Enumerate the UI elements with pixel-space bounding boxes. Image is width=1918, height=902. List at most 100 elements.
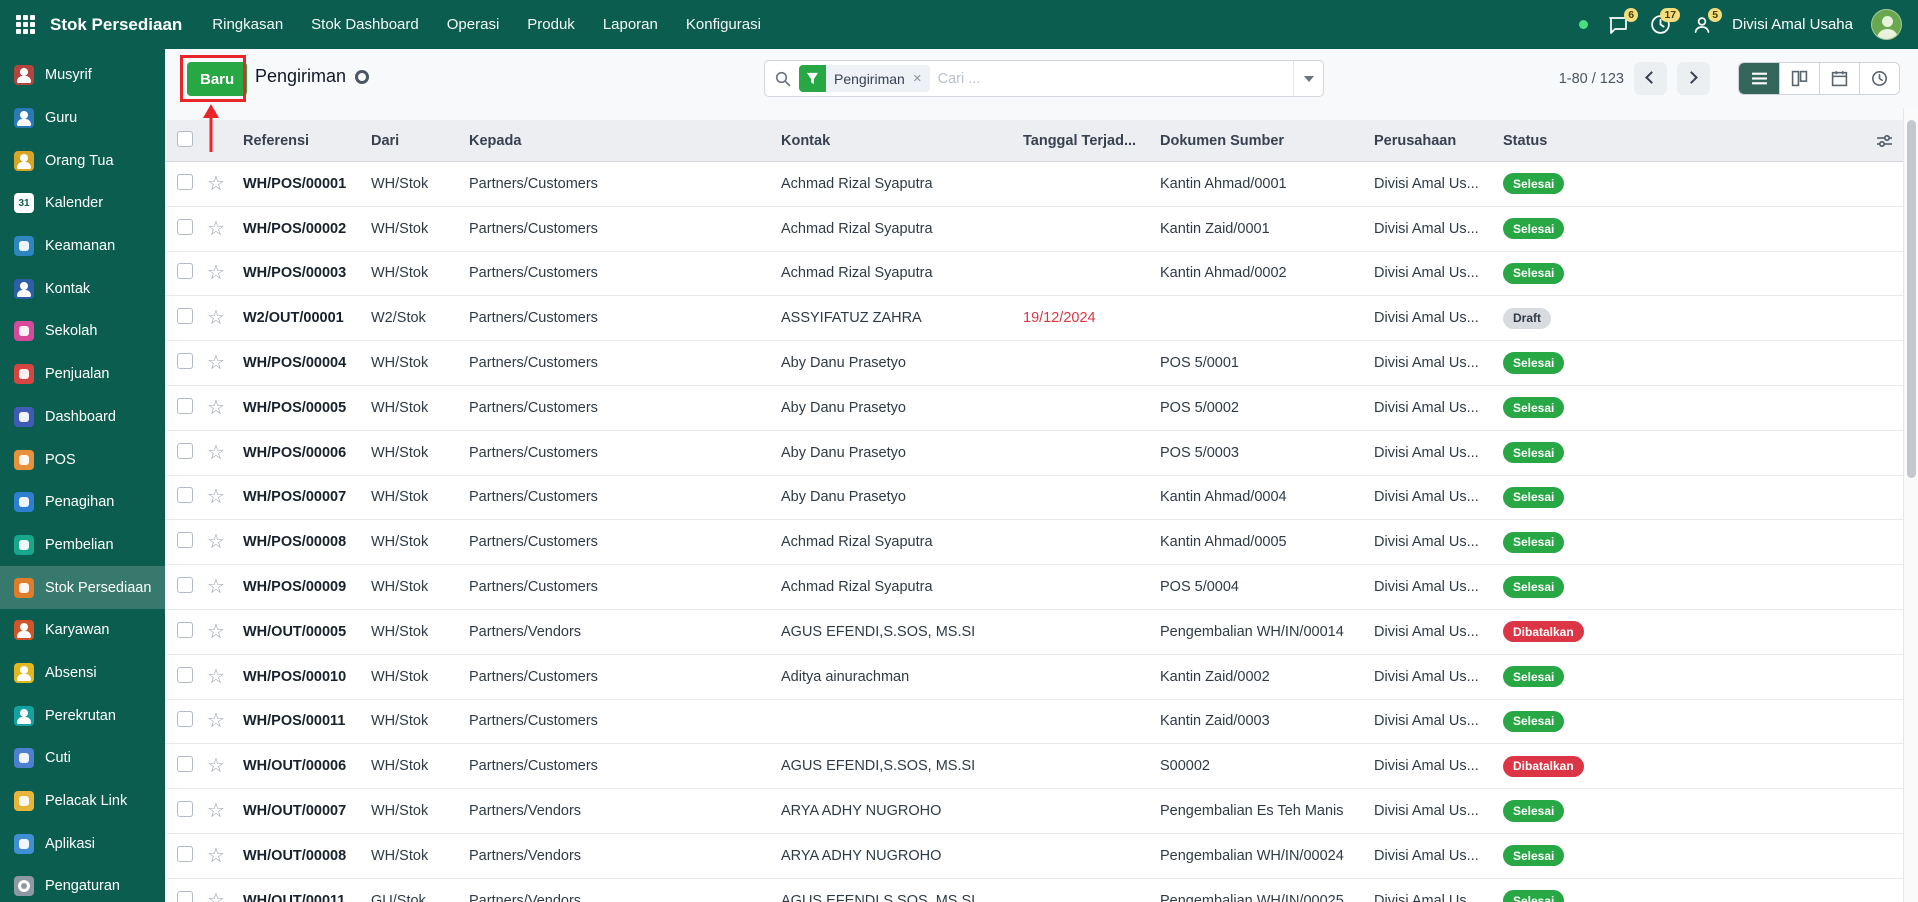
row-checkbox[interactable] xyxy=(177,263,193,279)
company-name[interactable]: Divisi Amal Usaha xyxy=(1732,16,1853,33)
table-row[interactable]: ☆ W2/OUT/00001 W2/Stok Partners/Customer… xyxy=(165,296,1903,341)
table-row[interactable]: ☆ WH/POS/00005 WH/Stok Partners/Customer… xyxy=(165,386,1903,431)
row-checkbox[interactable] xyxy=(177,398,193,414)
search-dropdown-toggle[interactable] xyxy=(1293,61,1323,96)
menu-laporan[interactable]: Laporan xyxy=(603,16,658,33)
search-bar[interactable]: Pengiriman × xyxy=(764,60,1324,97)
favorite-star-icon[interactable]: ☆ xyxy=(207,174,225,194)
activity-view-button[interactable] xyxy=(1859,63,1899,94)
menu-produk[interactable]: Produk xyxy=(527,16,575,33)
menu-ringkasan[interactable]: Ringkasan xyxy=(212,16,283,33)
column-kepada[interactable]: Kepada xyxy=(469,133,781,149)
list-view-button[interactable] xyxy=(1739,63,1779,94)
favorite-star-icon[interactable]: ☆ xyxy=(207,891,225,902)
favorite-star-icon[interactable]: ☆ xyxy=(207,667,225,687)
sidebar-item-karyawan[interactable]: Karyawan xyxy=(0,609,165,652)
apps-grid-icon[interactable] xyxy=(16,15,36,35)
sidebar-item-keamanan[interactable]: Keamanan xyxy=(0,225,165,268)
sidebar-item-kalender[interactable]: 31 Kalender xyxy=(0,182,165,225)
favorite-star-icon[interactable]: ☆ xyxy=(207,711,225,731)
sidebar-item-penagihan[interactable]: Penagihan xyxy=(0,481,165,524)
sidebar-item-absensi[interactable]: Absensi xyxy=(0,652,165,695)
sidebar-item-pelacak-link[interactable]: Pelacak Link xyxy=(0,780,165,823)
table-row[interactable]: ☆ WH/POS/00007 WH/Stok Partners/Customer… xyxy=(165,476,1903,521)
sidebar-item-guru[interactable]: Guru xyxy=(0,97,165,140)
table-row[interactable]: ☆ WH/POS/00003 WH/Stok Partners/Customer… xyxy=(165,252,1903,297)
pager-next-button[interactable] xyxy=(1677,62,1710,95)
column-perusahaan[interactable]: Perusahaan xyxy=(1374,133,1503,149)
sidebar-item-aplikasi[interactable]: Aplikasi xyxy=(0,822,165,865)
row-checkbox[interactable] xyxy=(177,577,193,593)
row-checkbox[interactable] xyxy=(177,801,193,817)
sidebar-item-musyrif[interactable]: Musyrif xyxy=(0,54,165,97)
column-status[interactable]: Status xyxy=(1503,133,1903,149)
row-checkbox[interactable] xyxy=(177,846,193,862)
table-row[interactable]: ☆ WH/POS/00011 WH/Stok Partners/Customer… xyxy=(165,700,1903,745)
facet-close-icon[interactable]: × xyxy=(913,70,930,87)
scrollbar-thumb[interactable] xyxy=(1907,120,1916,478)
app-title[interactable]: Stok Persediaan xyxy=(50,15,182,35)
column-referensi[interactable]: Referensi xyxy=(243,133,371,149)
menu-konfigurasi[interactable]: Konfigurasi xyxy=(686,16,761,33)
row-checkbox[interactable] xyxy=(177,219,193,235)
row-checkbox[interactable] xyxy=(177,308,193,324)
favorite-star-icon[interactable]: ☆ xyxy=(207,532,225,552)
messages-icon[interactable]: 6 xyxy=(1606,13,1630,37)
sidebar-item-penjualan[interactable]: Penjualan xyxy=(0,353,165,396)
table-row[interactable]: ☆ WH/POS/00009 WH/Stok Partners/Customer… xyxy=(165,565,1903,610)
favorite-star-icon[interactable]: ☆ xyxy=(207,398,225,418)
favorite-star-icon[interactable]: ☆ xyxy=(207,353,225,373)
column-tanggal[interactable]: Tanggal Terjad... xyxy=(1023,133,1160,149)
row-checkbox[interactable] xyxy=(177,174,193,190)
sidebar-item-pengaturan[interactable]: Pengaturan xyxy=(0,865,165,902)
table-row[interactable]: ☆ WH/POS/00006 WH/Stok Partners/Customer… xyxy=(165,431,1903,476)
table-row[interactable]: ☆ WH/POS/00010 WH/Stok Partners/Customer… xyxy=(165,655,1903,700)
column-dokumen-sumber[interactable]: Dokumen Sumber xyxy=(1160,133,1374,149)
favorite-star-icon[interactable]: ☆ xyxy=(207,801,225,821)
optional-columns-icon[interactable] xyxy=(1876,133,1893,154)
menu-stok-dashboard[interactable]: Stok Dashboard xyxy=(311,16,419,33)
row-checkbox[interactable] xyxy=(177,891,193,902)
favorite-star-icon[interactable]: ☆ xyxy=(207,308,225,328)
sidebar-item-sekolah[interactable]: Sekolah xyxy=(0,310,165,353)
sidebar-item-dashboard[interactable]: Dashboard xyxy=(0,396,165,439)
vertical-scrollbar[interactable] xyxy=(1903,108,1918,902)
sidebar-item-stok-persediaan[interactable]: Stok Persediaan xyxy=(0,566,165,609)
row-checkbox[interactable] xyxy=(177,353,193,369)
row-checkbox[interactable] xyxy=(177,487,193,503)
row-checkbox[interactable] xyxy=(177,711,193,727)
user-avatar[interactable] xyxy=(1871,9,1902,40)
favorite-star-icon[interactable]: ☆ xyxy=(207,756,225,776)
search-input[interactable] xyxy=(930,71,1293,87)
favorite-star-icon[interactable]: ☆ xyxy=(207,443,225,463)
menu-operasi[interactable]: Operasi xyxy=(447,16,500,33)
sidebar-item-pos[interactable]: POS xyxy=(0,438,165,481)
row-checkbox[interactable] xyxy=(177,443,193,459)
table-row[interactable]: ☆ WH/POS/00002 WH/Stok Partners/Customer… xyxy=(165,207,1903,252)
requests-user-icon[interactable]: 5 xyxy=(1690,13,1714,37)
sidebar-item-kontak[interactable]: Kontak xyxy=(0,267,165,310)
table-row[interactable]: ☆ WH/POS/00004 WH/Stok Partners/Customer… xyxy=(165,341,1903,386)
action-gear-icon[interactable] xyxy=(354,69,370,85)
favorite-star-icon[interactable]: ☆ xyxy=(207,219,225,239)
table-row[interactable]: ☆ WH/OUT/00008 WH/Stok Partners/Vendors … xyxy=(165,834,1903,879)
table-row[interactable]: ☆ WH/POS/00001 WH/Stok Partners/Customer… xyxy=(165,162,1903,207)
favorite-star-icon[interactable]: ☆ xyxy=(207,622,225,642)
new-button[interactable]: Baru xyxy=(187,62,247,96)
favorite-star-icon[interactable]: ☆ xyxy=(207,577,225,597)
sidebar-item-orang-tua[interactable]: Orang Tua xyxy=(0,139,165,182)
favorite-star-icon[interactable]: ☆ xyxy=(207,487,225,507)
row-checkbox[interactable] xyxy=(177,622,193,638)
table-row[interactable]: ☆ WH/OUT/00011 GU/Stok Partners/Vendors … xyxy=(165,879,1903,902)
activities-clock-icon[interactable]: 17 xyxy=(1648,13,1672,37)
table-row[interactable]: ☆ WH/OUT/00006 WH/Stok Partners/Customer… xyxy=(165,744,1903,789)
row-checkbox[interactable] xyxy=(177,756,193,772)
sidebar-item-pembelian[interactable]: Pembelian xyxy=(0,524,165,567)
favorite-star-icon[interactable]: ☆ xyxy=(207,846,225,866)
table-row[interactable]: ☆ WH/POS/00008 WH/Stok Partners/Customer… xyxy=(165,520,1903,565)
table-row[interactable]: ☆ WH/OUT/00007 WH/Stok Partners/Vendors … xyxy=(165,789,1903,834)
sidebar-item-perekrutan[interactable]: Perekrutan xyxy=(0,694,165,737)
column-dari[interactable]: Dari xyxy=(371,133,469,149)
select-all-checkbox[interactable] xyxy=(177,131,193,147)
row-checkbox[interactable] xyxy=(177,532,193,548)
